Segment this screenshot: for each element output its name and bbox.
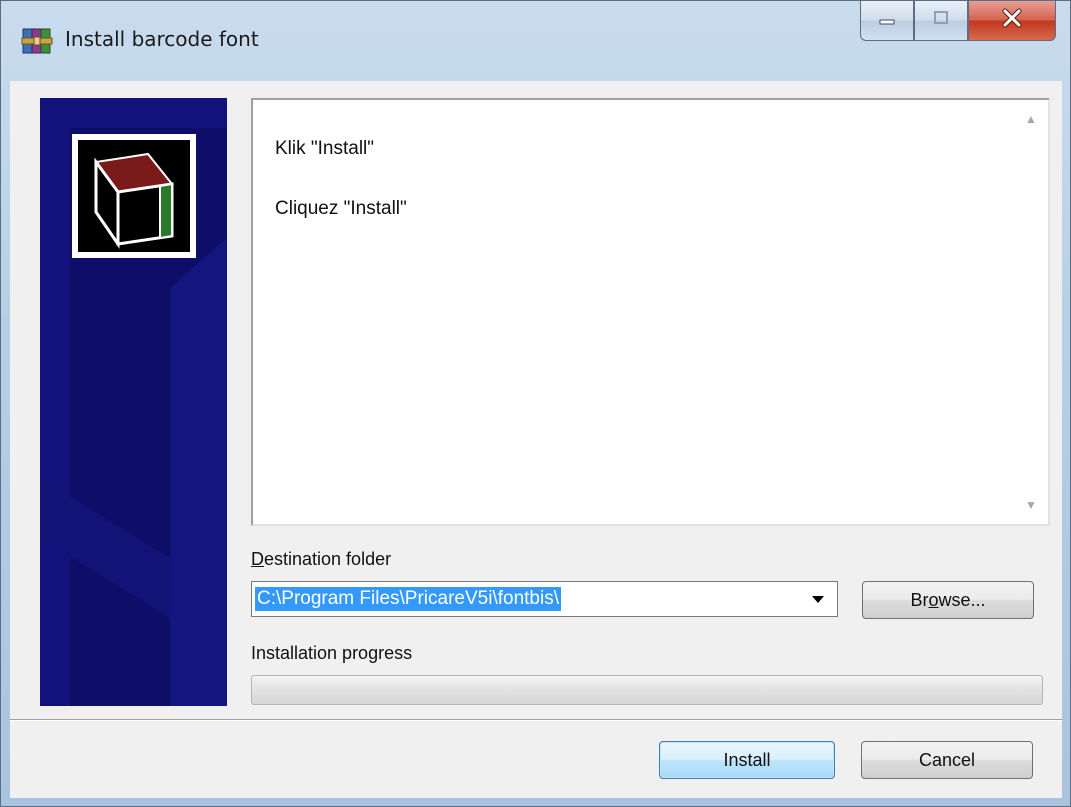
maximize-icon [931, 10, 951, 31]
destination-folder-combobox[interactable]: C:\Program Files\PricareV5i\fontbis\ [251, 581, 838, 617]
cancel-button[interactable]: Cancel [861, 741, 1033, 779]
winrar-archive-icon [21, 25, 53, 57]
browse-button[interactable]: Br o wse... [862, 581, 1034, 619]
close-icon [1000, 8, 1024, 33]
browse-label-pre: Br [910, 589, 929, 610]
message-line: Cliquez "Install" [275, 198, 407, 219]
label-text: estination folder [264, 549, 392, 569]
minimize-icon [877, 12, 897, 30]
separator [10, 719, 1062, 721]
label-accelerator: D [251, 549, 264, 569]
caption-buttons [860, 1, 1056, 41]
scroll-down-icon[interactable]: ▼ [1014, 490, 1048, 520]
browse-label-accelerator: o [928, 589, 939, 610]
window-title: Install barcode font [65, 27, 259, 51]
message-line: Klik "Install" [275, 138, 375, 159]
box-icon [78, 140, 190, 252]
destination-folder-value[interactable]: C:\Program Files\PricareV5i\fontbis\ [255, 587, 561, 611]
scroll-up-icon[interactable]: ▲ [1014, 104, 1048, 134]
destination-folder-label: Destination folder [251, 549, 391, 570]
installer-window: Install barcode font Klik "Install" Cliq… [0, 0, 1071, 807]
vertical-scrollbar[interactable]: ▲ ▼ [1014, 100, 1048, 524]
close-button[interactable] [968, 1, 1056, 41]
install-button[interactable]: Install [659, 741, 835, 779]
side-banner [40, 98, 227, 706]
instructions-textbox[interactable]: Klik "Install" Cliquez "Install" ▲ ▼ [251, 98, 1050, 526]
logo-frame [72, 134, 196, 258]
title-bar[interactable]: Install barcode font [1, 1, 1070, 81]
chevron-down-icon[interactable] [805, 582, 831, 616]
minimize-button[interactable] [860, 1, 914, 41]
browse-label-post: wse... [938, 589, 986, 610]
installation-progress-bar [251, 675, 1043, 705]
installation-progress-label: Installation progress [251, 643, 413, 663]
maximize-button [914, 1, 968, 41]
dialog-client-area: Klik "Install" Cliquez "Install" ▲ ▼ Des… [10, 81, 1062, 798]
